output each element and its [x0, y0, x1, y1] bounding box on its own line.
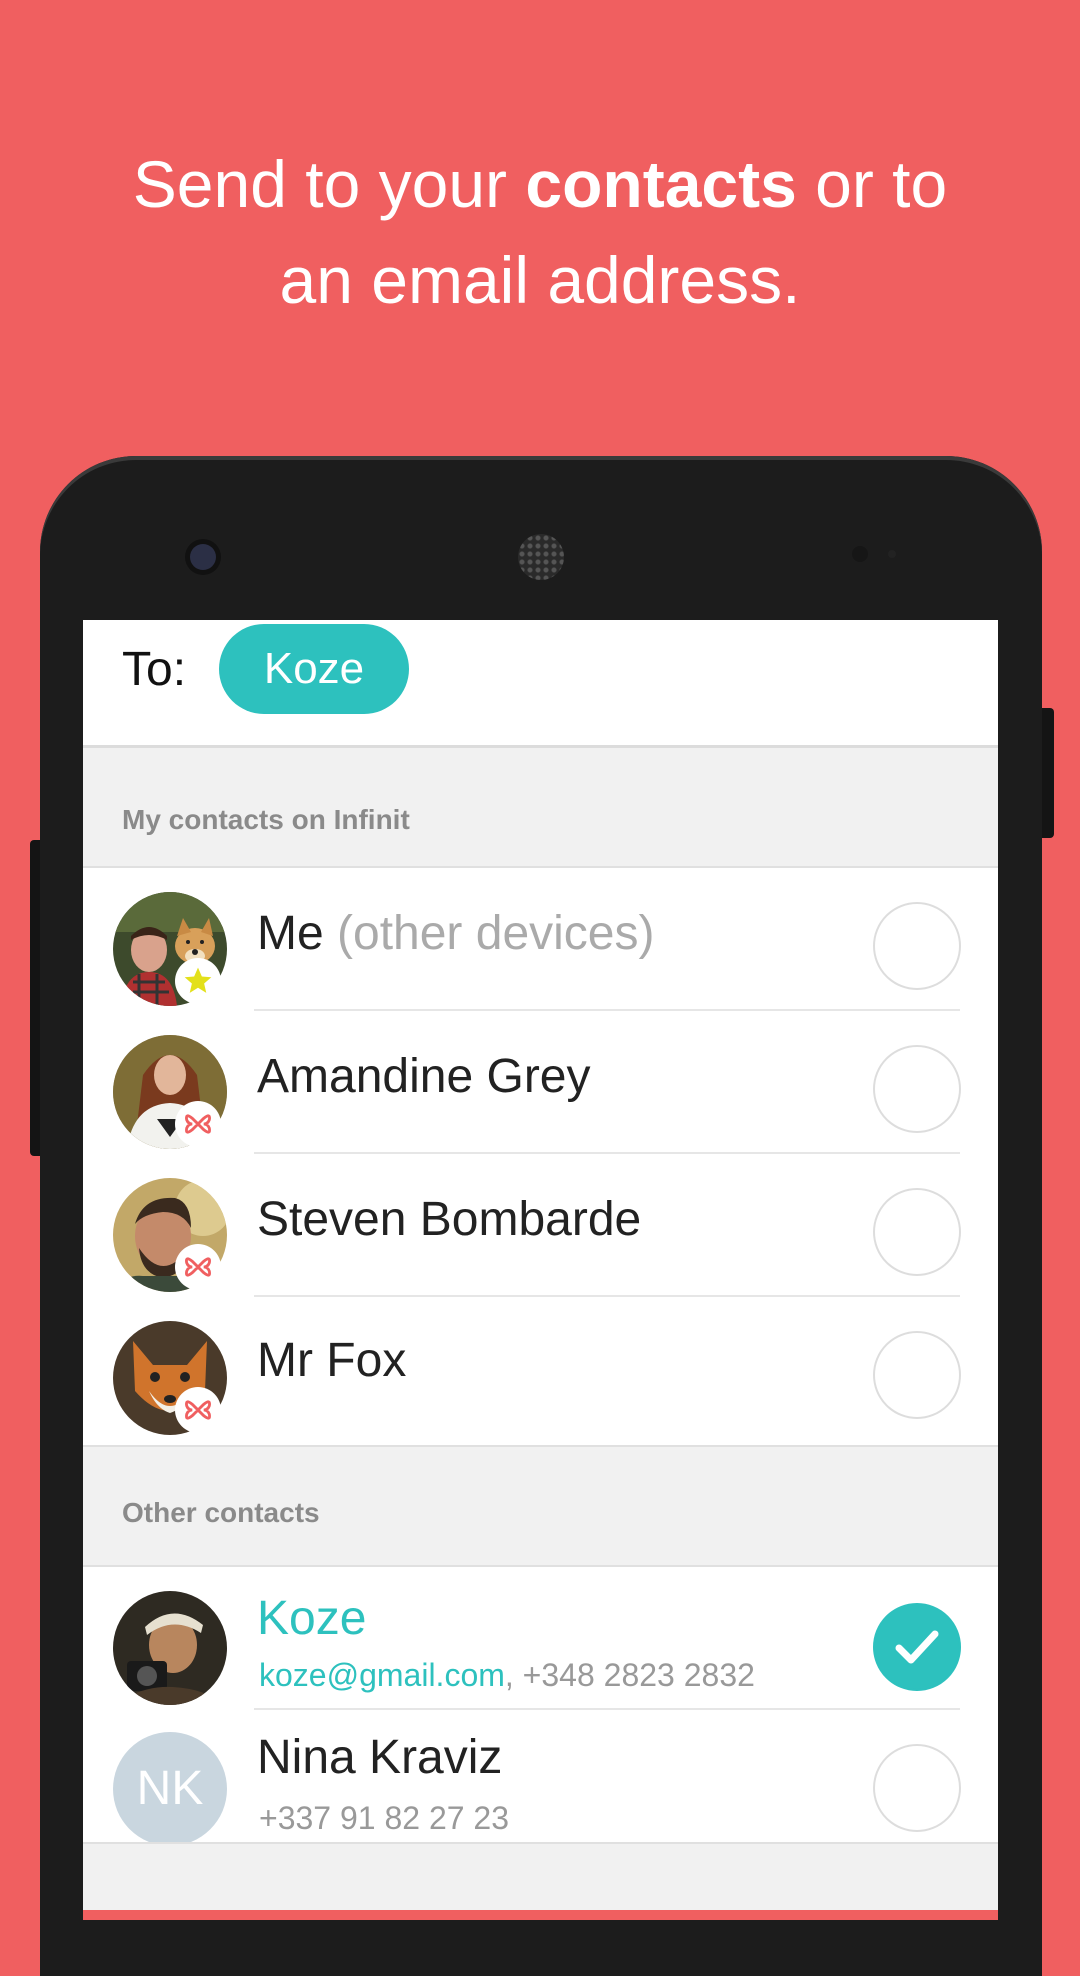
sensor: [852, 546, 868, 562]
contact-name: Koze: [257, 1592, 367, 1645]
contact-row[interactable]: NK Nina Kraviz +337 91 82 27 23: [83, 1708, 998, 1846]
contact-phone: +337 91 82 27 23: [259, 1800, 510, 1836]
contact-name: Nina Kraviz: [257, 1731, 503, 1784]
sensor-small: [888, 550, 896, 558]
contact-name: Me (other devices): [257, 906, 654, 961]
infinit-icon: [175, 1387, 221, 1433]
contact-email: koze@gmail.com: [259, 1657, 505, 1693]
contact-row[interactable]: Mr Fox: [83, 1297, 998, 1440]
list-footer: [83, 1842, 998, 1920]
select-checkbox[interactable]: [873, 902, 961, 990]
section-title: My contacts on Infinit: [122, 804, 410, 835]
to-field[interactable]: To: Koze: [83, 620, 998, 748]
speaker-grille: [518, 534, 564, 580]
bottom-bar: [83, 1910, 998, 1920]
contact-row[interactable]: Steven Bombarde: [83, 1154, 998, 1297]
section-header-other: Other contacts: [83, 1445, 998, 1567]
contact-name-text: Me: [257, 907, 324, 960]
avatar-initials: NK: [113, 1732, 227, 1846]
headline-bold: contacts: [525, 147, 797, 221]
contact-name-suffix: (other devices): [323, 907, 655, 960]
select-checkbox[interactable]: [873, 1188, 961, 1276]
contact-phone: +348 2823 2832: [522, 1657, 755, 1693]
recipient-chip[interactable]: Koze: [219, 624, 409, 714]
section-title: Other contacts: [122, 1497, 320, 1528]
select-checkbox[interactable]: [873, 1331, 961, 1419]
contact-row[interactable]: Koze koze@gmail.com, +348 2823 2832: [83, 1565, 998, 1710]
infinit-icon: [175, 1244, 221, 1290]
contact-details: koze@gmail.com, +348 2823 2832: [259, 1657, 755, 1694]
to-label: To:: [122, 643, 187, 696]
camera-icon: [190, 544, 216, 570]
headline-line-2: an email address.: [279, 243, 801, 317]
headline: Send to your contacts or to an email add…: [0, 136, 1080, 328]
select-checkbox-checked[interactable]: [873, 1603, 961, 1691]
section-header-infinit: My contacts on Infinit: [83, 748, 998, 868]
contact-name: Mr Fox: [257, 1334, 407, 1387]
select-checkbox[interactable]: [873, 1744, 961, 1832]
contact-row[interactable]: Amandine Grey: [83, 1011, 998, 1154]
infinit-icon: [175, 1101, 221, 1147]
contact-separator: ,: [504, 1657, 523, 1693]
contact-name: Amandine Grey: [257, 1050, 591, 1103]
checkmark-icon: [895, 1630, 939, 1664]
contact-name: Steven Bombarde: [257, 1193, 642, 1246]
app-screen: To: Koze My contacts on Infinit Me (othe…: [83, 620, 998, 1920]
contact-row[interactable]: Me (other devices): [83, 868, 998, 1011]
avatar: [113, 1591, 227, 1705]
headline-text: Send to your: [132, 147, 526, 221]
phone-power-button: [1042, 708, 1054, 838]
headline-text-2: or to: [796, 147, 948, 221]
star-icon: [175, 958, 221, 1004]
headline-line-1: Send to your contacts or to: [0, 136, 1080, 232]
select-checkbox[interactable]: [873, 1045, 961, 1133]
